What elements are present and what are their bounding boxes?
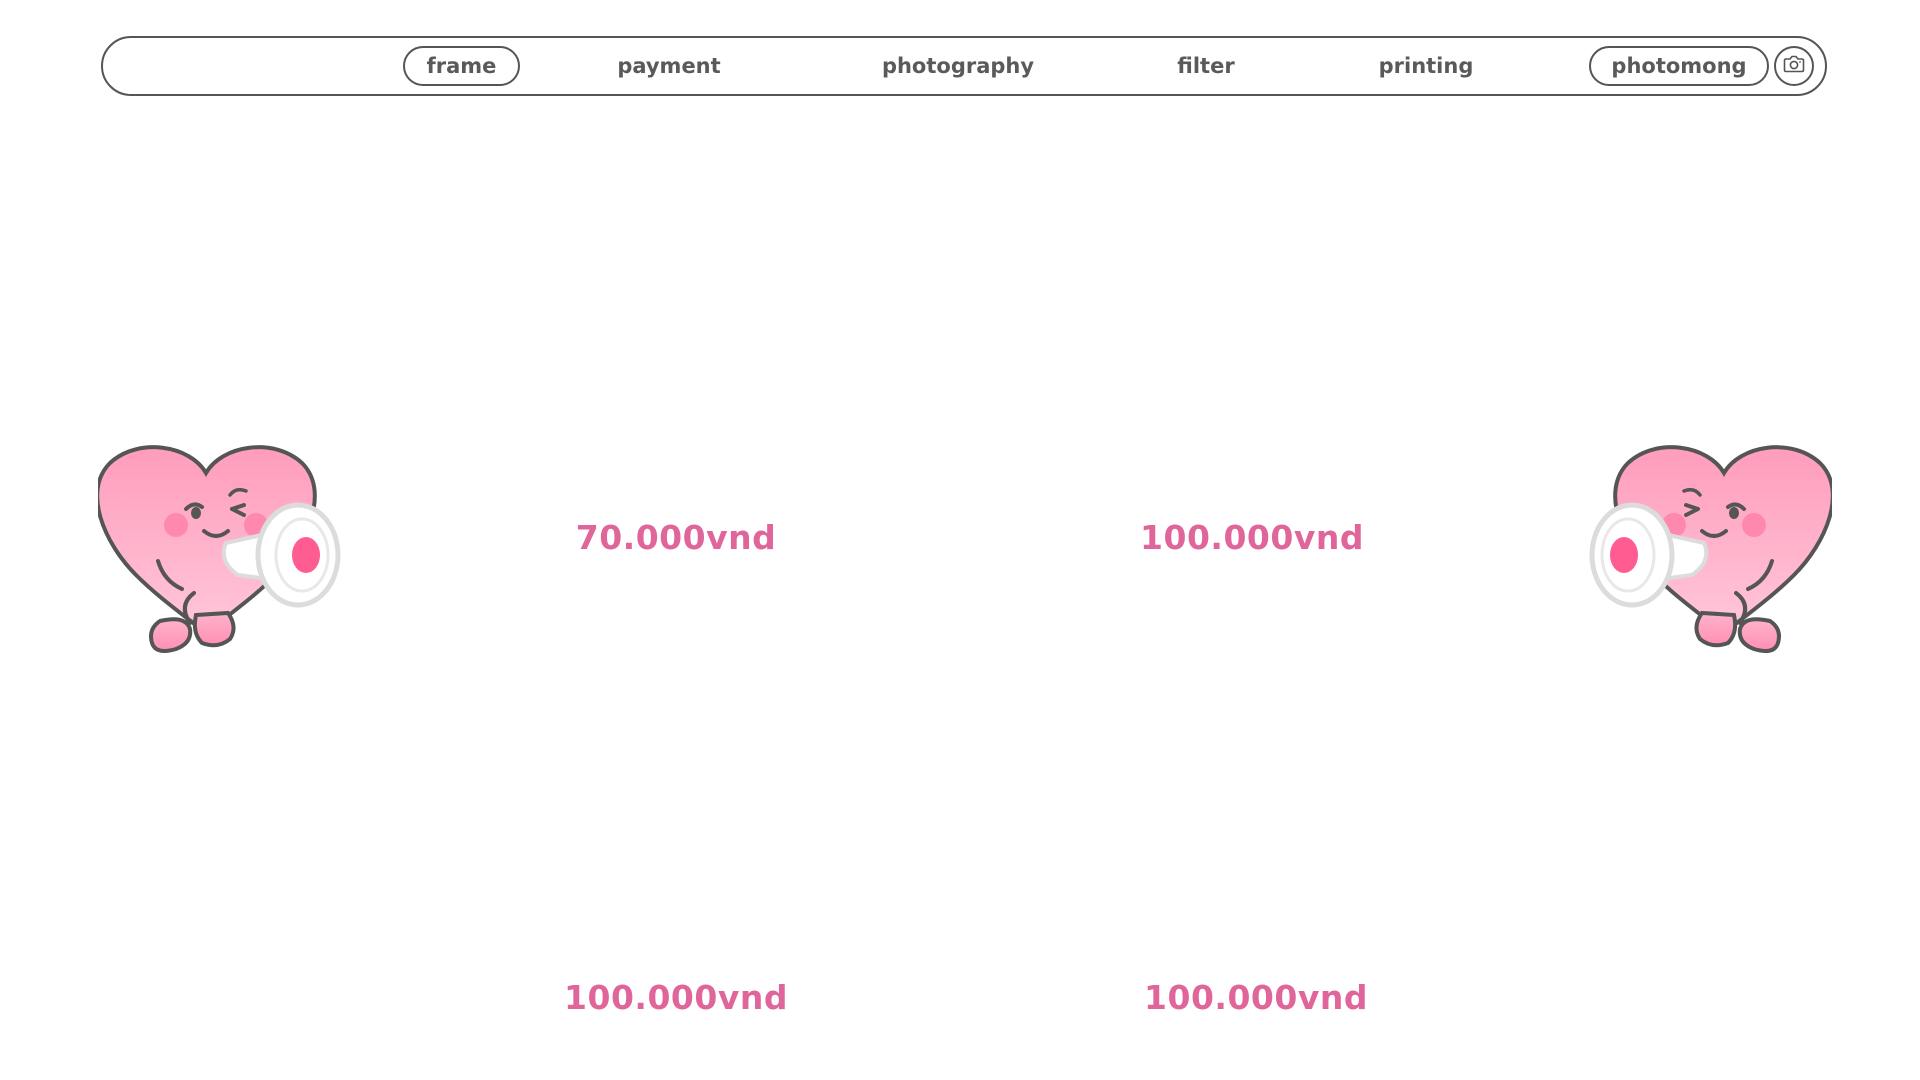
nav-item-printing[interactable]: printing	[1371, 46, 1481, 86]
page: frame payment photography filter printin…	[0, 0, 1920, 1080]
nav-item-photography[interactable]: photography	[873, 46, 1043, 86]
top-nav-bar: frame payment photography filter printin…	[101, 36, 1827, 96]
camera-icon	[1783, 54, 1805, 78]
frame-price-option[interactable]: 100.000vnd	[516, 978, 836, 1017]
nav-item-filter[interactable]: filter	[1166, 46, 1246, 86]
heart-mascot-megaphone-icon	[98, 443, 348, 673]
frame-price-option[interactable]: 70.000vnd	[516, 518, 836, 557]
frame-price-option[interactable]: 100.000vnd	[1096, 978, 1416, 1017]
frame-price-option[interactable]: 100.000vnd	[1092, 518, 1412, 557]
nav-item-payment[interactable]: payment	[609, 46, 729, 86]
nav-item-frame[interactable]: frame	[403, 46, 520, 86]
heart-mascot-megaphone-icon	[1582, 443, 1832, 673]
brand-button[interactable]: photomong	[1589, 46, 1769, 86]
camera-button[interactable]	[1774, 46, 1814, 86]
